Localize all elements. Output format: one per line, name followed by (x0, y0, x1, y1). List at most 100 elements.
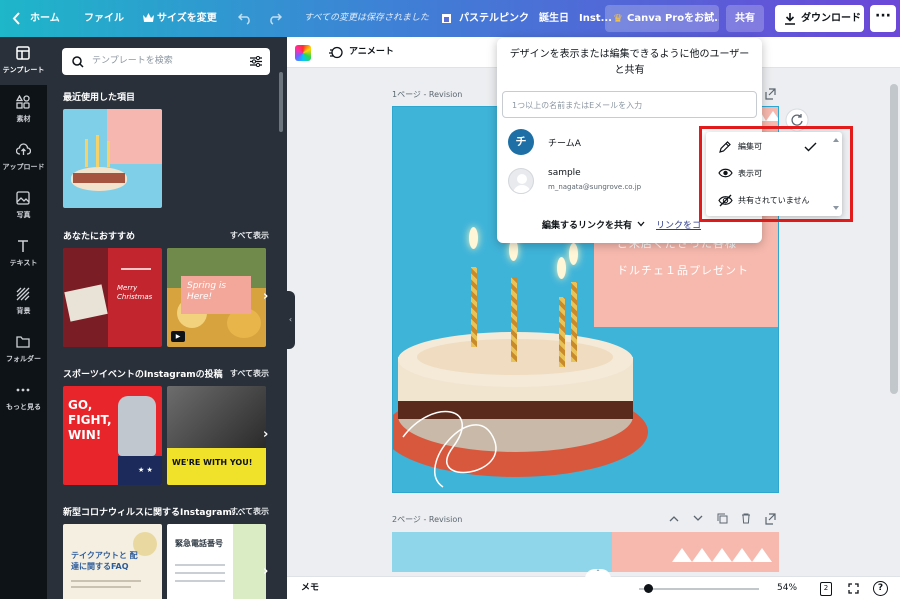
section-title-recent: 最近使用した項目 (63, 93, 136, 103)
rail-item-photos[interactable]: 写真 (0, 182, 47, 230)
bottom-bar: メモ ⌃ 54% 2 ? (287, 569, 900, 599)
page-2-label[interactable]: 2ページ - Revision (392, 514, 462, 525)
download-icon (785, 13, 795, 25)
spring-thumb-text: Spring is Here! (187, 281, 227, 302)
rail-item-templates[interactable]: テンプレート (0, 37, 47, 85)
templates-panel: テンプレートを検索 最近使用した項目 あなたにおすすめ すべて表示 Merry … (47, 37, 287, 599)
more-options-button[interactable]: ··· (870, 5, 896, 32)
rail-label: 背景 (16, 307, 31, 315)
candle (511, 277, 517, 362)
notes-button[interactable]: メモ (301, 577, 319, 599)
section-title-recommended: あなたにおすすめ (63, 232, 136, 242)
top-bar: ホーム ファイル サイズを変更 すべての変更は保存されました パステルピンク 誕… (0, 0, 900, 37)
canvas-scrollbar[interactable] (888, 68, 900, 569)
scribble-decoration (402, 410, 497, 488)
candle (471, 267, 477, 347)
rail-item-folders[interactable]: フォルダー (0, 326, 47, 374)
zoom-slider[interactable] (639, 588, 759, 590)
eye-icon (718, 168, 733, 178)
rail-item-background[interactable]: 背景 (0, 278, 47, 326)
emergency-thumb-text: 緊急電話番号 (175, 539, 223, 548)
permission-option-edit[interactable]: 編集可 (706, 134, 830, 160)
template-search-input[interactable]: テンプレートを検索 (62, 48, 270, 75)
takeout-template-thumbnail[interactable]: テイクアウトと 配達に関するFAQ (63, 524, 162, 599)
duplicate-page-icon[interactable] (717, 513, 728, 524)
zoom-slider-handle[interactable] (644, 584, 653, 593)
user-avatar (508, 168, 534, 194)
copy-link-button[interactable]: リンクをコ (656, 218, 701, 231)
see-all-recommended[interactable]: すべて表示 (230, 230, 269, 241)
video-play-icon: ▶ (171, 331, 185, 342)
undo-icon[interactable] (238, 11, 252, 25)
scroll-up-icon[interactable] (832, 137, 840, 143)
panel-collapse-handle[interactable]: ‹ (286, 291, 295, 349)
permission-dropdown-menu: 編集可 表示可 共有されていません (706, 132, 842, 216)
try-pro-button[interactable]: ♛ Canva Proをお試... (605, 5, 719, 32)
candle (559, 297, 565, 367)
promo-text-line2[interactable]: ドルチェ１品プレゼント (617, 262, 749, 278)
chevron-right-icon[interactable]: › (263, 289, 268, 304)
delete-page-icon[interactable] (741, 513, 751, 524)
mountain-decoration (672, 548, 772, 562)
permission-option-not-shared[interactable]: 共有されていません (706, 188, 830, 214)
emergency-template-thumbnail[interactable]: 緊急電話番号 (167, 524, 266, 599)
filter-icon[interactable] (250, 56, 262, 67)
spring-template-thumbnail[interactable]: Spring is Here! ▶ (167, 248, 266, 347)
zoom-level[interactable]: 54% (777, 577, 797, 599)
rail-item-elements[interactable]: 素材 (0, 86, 47, 134)
permission-label: 共有されていません (738, 196, 810, 205)
share-link-permission-dropdown[interactable]: 編集するリンクを共有 (542, 218, 632, 231)
share-input-placeholder: 1つ以上の名前またはEメールを入力 (512, 101, 643, 110)
fullscreen-icon[interactable] (848, 583, 859, 594)
add-page-icon[interactable] (764, 88, 776, 100)
more-icon (16, 388, 30, 392)
panel-scrollbar[interactable] (279, 72, 283, 132)
file-menu[interactable]: ファイル (84, 0, 124, 37)
animate-button[interactable]: アニメート (349, 37, 394, 68)
recent-template-thumbnail[interactable] (63, 109, 162, 208)
download-label: ダウンロード (801, 13, 861, 24)
chevron-right-icon[interactable]: › (263, 427, 268, 442)
help-button[interactable]: ? (873, 581, 888, 596)
try-pro-label: Canva Proをお試... (627, 13, 719, 24)
home-button[interactable]: ホーム (30, 0, 60, 37)
page-count-button[interactable]: 2 (820, 582, 832, 596)
eye-off-icon (718, 194, 733, 207)
download-button[interactable]: ダウンロード (775, 5, 864, 32)
crown-icon (143, 13, 154, 22)
section-title-covid: 新型コロナウィルスに関するInstagram... (63, 508, 243, 518)
color-picker-swatch[interactable] (295, 45, 311, 61)
redo-icon[interactable] (268, 11, 282, 25)
elements-icon (16, 95, 30, 109)
scroll-down-icon[interactable] (832, 205, 840, 211)
permission-option-view[interactable]: 表示可 (706, 161, 830, 187)
share-button[interactable]: 共有 (726, 5, 764, 32)
resize-button[interactable]: サイズを変更 (157, 0, 217, 37)
dropdown-scrollbar[interactable] (832, 137, 840, 211)
page-1-label[interactable]: 1ページ - Revision (392, 89, 462, 100)
member-name: sample (548, 168, 581, 178)
see-all-covid[interactable]: すべて表示 (230, 506, 269, 517)
christmas-template-thumbnail[interactable]: Merry Christmas (63, 248, 162, 347)
text-icon (18, 240, 28, 252)
rail-item-more[interactable]: もっと見る (0, 374, 47, 422)
chevron-right-icon[interactable]: › (263, 564, 268, 579)
permission-label: 編集可 (738, 142, 762, 151)
rail-item-text[interactable]: テキスト (0, 230, 47, 278)
with-you-template-thumbnail[interactable]: WE'RE WITH YOU! (167, 386, 266, 485)
rail-item-uploads[interactable]: アップロード (0, 134, 47, 182)
rail-label: フォルダー (6, 355, 41, 363)
share-recipient-input[interactable]: 1つ以上の名前またはEメールを入力 (502, 91, 757, 118)
chevron-up-icon[interactable] (669, 515, 679, 522)
permission-label: 表示可 (738, 169, 762, 178)
see-all-sports[interactable]: すべて表示 (230, 368, 269, 379)
document-title[interactable]: パステルピンク 誕生日 Inst... (459, 0, 612, 37)
team-avatar: チ (508, 129, 534, 155)
page-2-canvas[interactable] (392, 532, 779, 572)
back-chevron-icon[interactable] (12, 12, 20, 25)
chevron-down-icon[interactable] (693, 515, 703, 522)
chevron-down-icon[interactable] (637, 221, 645, 227)
go-fight-template-thumbnail[interactable]: GO, FIGHT, WIN! ★ ★ (63, 386, 162, 485)
add-page-icon[interactable] (764, 513, 776, 525)
chevron-up-icon[interactable]: ⌃ (585, 569, 611, 579)
